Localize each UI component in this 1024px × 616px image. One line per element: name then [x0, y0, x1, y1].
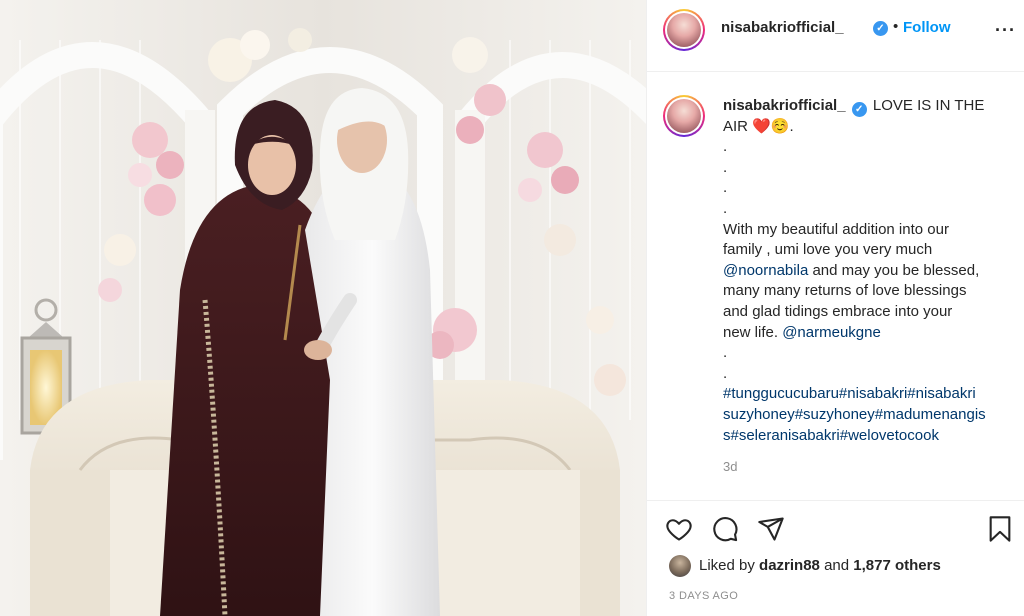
comment-icon[interactable] — [710, 515, 740, 543]
mention-link[interactable]: @noornabila — [723, 262, 808, 279]
post-photo[interactable] — [0, 0, 646, 616]
likes-summary[interactable]: Liked by dazrin88 and 1,877 others — [699, 557, 941, 574]
hashtag-link[interactable]: suzyhoney#suzyhoney#madumenangis — [723, 405, 1013, 426]
likes-middle: and — [819, 557, 854, 574]
follow-button[interactable]: Follow — [903, 19, 951, 36]
story-ring[interactable] — [663, 9, 705, 51]
caption-line-12: . — [723, 344, 728, 362]
likes-prefix: Liked by — [699, 557, 760, 574]
photo-illustration — [0, 0, 646, 616]
caption-text: and may you be blessed, — [808, 261, 980, 279]
caption-line-1: AIR ❤️☺️. — [723, 117, 794, 135]
bookmark-icon[interactable] — [987, 515, 1013, 543]
hashtag-link[interactable]: s#seleranisabakri#welovetocook — [723, 426, 1013, 447]
caption-line-4: . — [723, 179, 728, 197]
more-options-icon[interactable]: ··· — [995, 20, 1016, 41]
caption: nisabakriofficial_ ✓ LOVE IS IN THE AIR … — [723, 96, 1013, 446]
caption-line-0: nisabakriofficial_ ✓ LOVE IS IN THE — [723, 96, 1013, 117]
author-username[interactable]: nisabakriofficial_ — [721, 19, 844, 36]
caption-line-3: . — [723, 158, 728, 176]
share-icon[interactable] — [756, 515, 786, 543]
post-timestamp[interactable]: 3 DAYS AGO — [669, 590, 738, 602]
post-header: nisabakriofficial_ ✓ • Follow ··· — [647, 0, 1024, 72]
caption-line-8: @noornabila and may you be blessed, — [723, 261, 1013, 282]
caption-line-11: new life. @narmeukgne — [723, 323, 1013, 344]
caption-line-9: many many returns of love blessings — [723, 282, 967, 300]
caption-line-2: . — [723, 138, 728, 156]
caption-timestamp[interactable]: 3d — [723, 459, 737, 474]
separator-dot: • — [893, 18, 899, 35]
caption-text: new life. — [723, 323, 783, 341]
action-bar: Liked by dazrin88 and 1,877 others 3 DAY… — [647, 500, 1024, 616]
mention-link[interactable]: @narmeukgne — [782, 324, 881, 341]
caption-story-ring[interactable] — [663, 95, 705, 137]
caption-line-7: family , umi love you very much — [723, 241, 933, 259]
caption-line-6: With my beautiful addition into our — [723, 220, 949, 238]
caption-line-13: . — [723, 364, 728, 382]
author-avatar[interactable] — [667, 13, 701, 47]
liked-by-count[interactable]: 1,877 others — [853, 557, 941, 574]
post-side-panel: nisabakriofficial_ ✓ • Follow ··· nisaba… — [646, 0, 1024, 616]
caption-text-first: LOVE IS IN THE — [872, 97, 985, 114]
caption-verified-badge-icon: ✓ — [851, 102, 867, 117]
caption-line-5: . — [723, 199, 728, 217]
liker-avatar[interactable] — [669, 555, 691, 577]
caption-author-avatar[interactable] — [667, 99, 701, 133]
liked-by-user[interactable]: dazrin88 — [759, 557, 820, 574]
verified-badge-icon: ✓ — [873, 21, 888, 36]
caption-author[interactable]: nisabakriofficial_ — [723, 97, 846, 114]
caption-line-10: and glad tidings embrace into your — [723, 302, 953, 320]
hashtag-link[interactable]: #tunggucucubaru#nisabakri#nisabakri — [723, 384, 1013, 405]
heart-icon[interactable] — [664, 515, 694, 543]
